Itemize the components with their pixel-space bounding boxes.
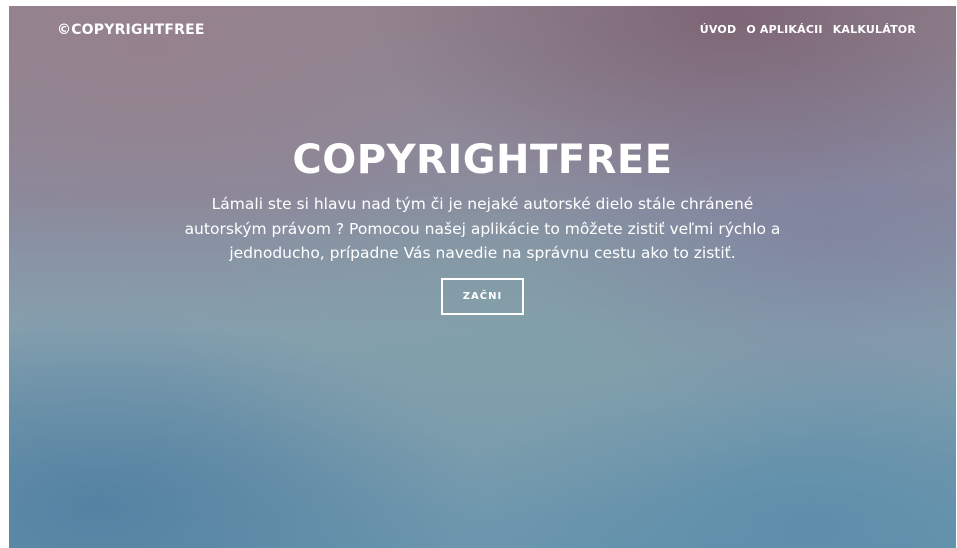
nav-links: ÚVOD O APLIKÁCII KALKULÁTOR — [700, 23, 916, 36]
brand-logo-link[interactable]: ©COPYRIGHTFREE — [57, 22, 205, 38]
hero-description: Lámali ste si hlavu nad tým či je nejaké… — [184, 195, 781, 262]
start-button[interactable]: ZAČNI — [441, 277, 524, 315]
hero-title: COPYRIGHTFREE — [292, 137, 673, 183]
nav-link-uvod[interactable]: ÚVOD — [700, 23, 737, 36]
hero-section: COPYRIGHTFREE Lámali ste si hlavu nad tý… — [9, 134, 956, 315]
nav-link-kalkulator[interactable]: KALKULÁTOR — [833, 23, 916, 36]
hero-background: ©COPYRIGHTFREE ÚVOD O APLIKÁCII KALKULÁT… — [9, 6, 956, 548]
nav-link-o-aplikacii[interactable]: O APLIKÁCII — [746, 23, 822, 36]
navbar: ©COPYRIGHTFREE ÚVOD O APLIKÁCII KALKULÁT… — [9, 6, 956, 52]
